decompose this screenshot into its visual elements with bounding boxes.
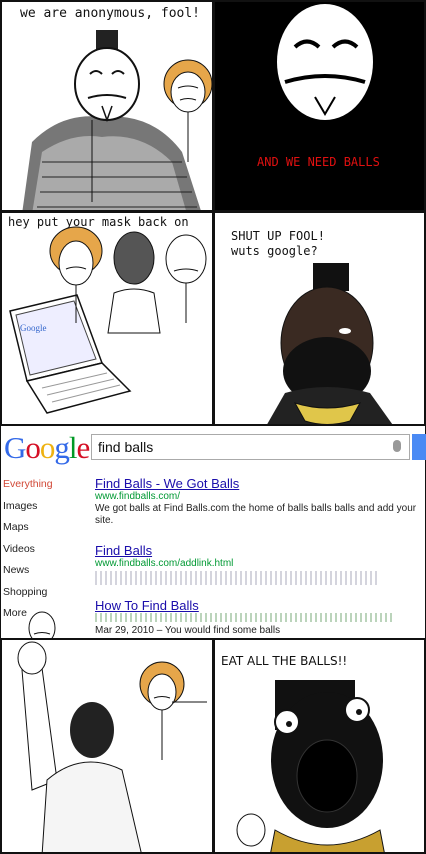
result-3-snippet: Mar 29, 2010 – You would find some balls [95,625,281,636]
result-3-title[interactable]: How To Find Balls [95,598,199,613]
panel1-art [2,2,212,210]
sidebar-item-shopping[interactable]: Shopping [3,586,47,598]
panel6-caption: EAT ALL THE BALLS!! [221,654,348,668]
result-2-url: www.findballs.com/addlink.html [95,558,234,569]
panel4-caption-line2: wuts google? [231,244,318,258]
panel1-caption: we are anonymous, fool! [20,6,201,21]
sidebar-item-maps[interactable]: Maps [3,521,29,533]
result-1-snippet: We got balls at Find Balls.com the home … [95,503,417,526]
result-2-garble [95,571,380,585]
panel2-art [215,2,424,210]
panel-celebrate [0,638,214,854]
microphone-icon[interactable] [393,440,401,452]
panel-wuts-google: SHUT UP FOOL! wuts google? [213,211,426,426]
svg-text:Google: Google [20,323,47,333]
search-button[interactable] [412,434,426,460]
sidebar-item-images[interactable]: Images [3,500,37,512]
result-1-title[interactable]: Find Balls - We Got Balls [95,476,239,491]
sidebar-item-videos[interactable]: Videos [3,543,35,555]
result-1-url: www.findballs.com/ [95,491,181,502]
panel3-caption: hey put your mask back on [8,215,189,229]
panel6-art [236,680,385,852]
sidebar-item-everything[interactable]: Everything [3,478,53,490]
panel2-caption: AND WE NEED BALLS [257,155,380,169]
panel-need-balls: AND WE NEED BALLS [213,0,426,212]
panel5-art [17,641,207,852]
panel4-caption-line1: SHUT UP FOOL! [231,229,325,243]
panel-mask-back-on: Google hey put your mask back on [0,211,214,426]
result-2-title[interactable]: Find Balls [95,543,152,558]
panel-anonymous: we are anonymous, fool! [0,0,214,212]
result-3-garble [95,613,395,622]
panel3-art: Google [9,226,207,414]
sidebar-item-news[interactable]: News [3,564,29,576]
panel-eat-balls: EAT ALL THE BALLS!! [213,638,426,854]
search-input[interactable]: find balls [91,434,410,460]
google-logo: Google [4,430,90,465]
